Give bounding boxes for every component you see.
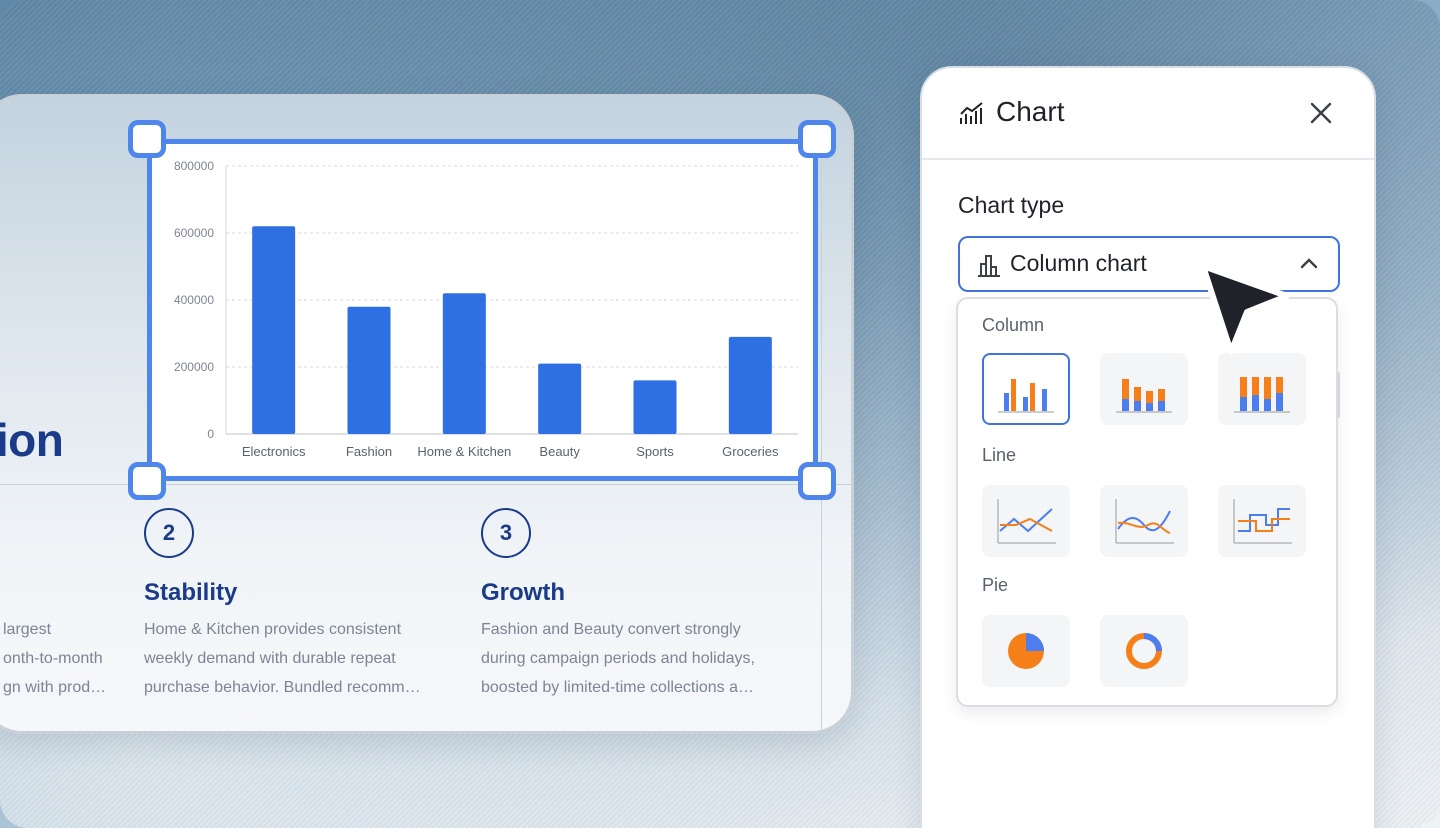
column-2-title: Stability: [144, 579, 238, 606]
group-label-column: Column: [982, 315, 1045, 335]
column-3-line-3: boosted by limited-time collections a…: [481, 679, 755, 696]
resize-handle-top-right[interactable]: [798, 120, 836, 158]
bar: [538, 363, 582, 434]
chart-object[interactable]: 0 200000 400000 600000 800000 Electronics Fash…: [147, 139, 818, 481]
pie-chart-option-icon: [1008, 633, 1044, 669]
column-chart-icon: [978, 255, 1000, 277]
option-donut[interactable]: [1100, 615, 1188, 687]
bar: [633, 380, 677, 434]
resize-handle-top-left[interactable]: [128, 120, 166, 158]
group-label-pie: Pie: [982, 575, 1009, 595]
x-tick-label: Electronics: [242, 444, 306, 459]
chart-type-label: Chart type: [958, 192, 1065, 218]
bar: [728, 336, 772, 434]
column-3-title: Growth: [481, 579, 565, 606]
bar: [252, 226, 296, 434]
column-chart: 0 200000 400000 600000 800000 Electronics Fash…: [174, 159, 798, 459]
resize-handle-bottom-right[interactable]: [798, 462, 836, 500]
close-icon[interactable]: [1306, 98, 1336, 128]
y-tick-label: 0: [207, 427, 214, 441]
x-tick-label: Groceries: [722, 444, 779, 459]
bar: [347, 306, 391, 434]
option-step-line[interactable]: [1218, 485, 1306, 557]
column-2-text: Home & Kitchen provides consistent weekl…: [144, 615, 464, 702]
column-2-line-2: weekly demand with durable repeat: [144, 650, 396, 667]
column-2-line-3: purchase behavior. Bundled recomm…: [144, 679, 421, 696]
column-2-number-badge: 2: [144, 508, 194, 558]
x-tick-label: Fashion: [346, 444, 392, 459]
panel-header: Chart: [922, 68, 1374, 160]
stacked-column-icon: [1116, 379, 1172, 413]
donut-chart-option-icon: [1126, 633, 1162, 669]
option-pie[interactable]: [982, 615, 1070, 687]
column-2-line-1: Home & Kitchen provides consistent: [144, 621, 402, 638]
mouse-cursor-icon: [1200, 263, 1290, 355]
step-line-option-icon: [1233, 499, 1292, 544]
bar: [442, 293, 486, 434]
column-3-line-2: during campaign periods and holidays,: [481, 650, 755, 667]
chevron-up-icon: [1300, 258, 1318, 269]
option-stacked-column[interactable]: [1100, 353, 1188, 425]
slide-title: tion: [0, 414, 64, 466]
line-chart-option-icon: [997, 499, 1056, 544]
option-percent-stacked-column[interactable]: [1218, 353, 1306, 425]
column-3-text: Fashion and Beauty convert strongly duri…: [481, 615, 801, 702]
x-tick-label: Beauty: [539, 444, 580, 459]
x-tick-label: Home & Kitchen: [417, 444, 511, 459]
divider-vertical: [821, 97, 822, 731]
option-smooth-line[interactable]: [1100, 485, 1188, 557]
y-tick-label: 800000: [174, 159, 214, 173]
y-tick-label: 200000: [174, 360, 214, 374]
column-3-line-1: Fashion and Beauty convert strongly: [481, 621, 741, 638]
group-label-line: Line: [982, 445, 1017, 465]
option-line[interactable]: [982, 485, 1070, 557]
y-tick-label: 400000: [174, 293, 214, 307]
option-clustered-column[interactable]: [982, 353, 1070, 425]
panel-title: Chart: [996, 96, 1065, 127]
column-3-number-badge: 3: [481, 508, 531, 558]
clustered-column-icon: [998, 379, 1054, 413]
line-chart-icon: [960, 102, 983, 124]
resize-handle-bottom-left[interactable]: [128, 462, 166, 500]
percent-stacked-column-icon: [1234, 377, 1290, 413]
y-tick-label: 600000: [174, 226, 214, 240]
x-tick-label: Sports: [636, 444, 674, 459]
smooth-line-option-icon: [1115, 499, 1174, 544]
chart-type-dropdown: Column Line Pie: [956, 297, 1338, 707]
chart-type-value: Column chart: [1010, 250, 1147, 276]
